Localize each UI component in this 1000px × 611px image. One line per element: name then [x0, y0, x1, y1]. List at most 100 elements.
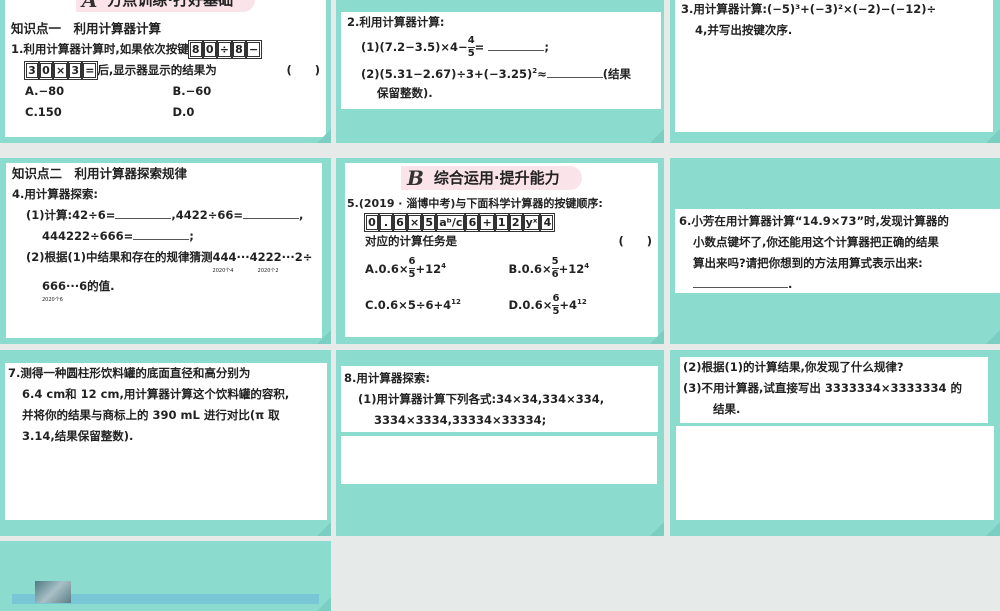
denominator: 5: [467, 48, 475, 59]
option-d: D.0: [172, 104, 195, 119]
banner-letter: A: [82, 0, 98, 11]
q5-task: 对应的计算任务是 ( ): [351, 232, 652, 251]
section-banner: B 综合运用·提升能力: [401, 166, 582, 190]
exponent: 4: [584, 261, 590, 270]
answer-paren: ( ): [618, 233, 652, 248]
answer-blank[interactable]: [488, 39, 545, 51]
calculator-key: ÷: [215, 39, 234, 59]
slide-thumbnail-3[interactable]: 3.用计算器计算:(−5)³+(−3)²×(−2)−(−12)÷ 4,并写出按键…: [670, 0, 1000, 143]
answer-blank[interactable]: [693, 276, 788, 288]
slide-thumbnail-8[interactable]: 8.用计算器探索: (1)用计算器计算下列各式:34×34,334×334, 3…: [336, 350, 664, 536]
slide-thumbnail-4[interactable]: 知识点二 利用计算器探索规律 4.用计算器探索: (1)计算:42÷6= ,442…: [0, 158, 331, 344]
option-c: C.0.6×5÷6+412: [365, 287, 509, 320]
q6-line1: 6.小芳在用计算器计算“14.9×73”时,发现计算器的: [679, 214, 949, 228]
slide-content: B 综合运用·提升能力 5.(2019 · 淄博中考)与下面科学计算器的按键顺序:…: [345, 163, 658, 337]
expr-b: ,4422÷66=: [171, 208, 244, 222]
knowledge-point-title: 知识点一 利用计算器计算: [11, 20, 162, 36]
divide: ÷: [302, 250, 313, 264]
q8-line2: (1)用计算器计算下列各式:34×34,334×334,: [358, 392, 605, 406]
answer-blank[interactable]: [546, 66, 603, 78]
q3-line2: 4,并写出按键次序.: [695, 23, 793, 37]
slide-content: (2)根据(1)的计算结果,你发现了什么规律? (3)不用计算器,试直接写出 3…: [680, 357, 988, 423]
comma: ,: [299, 208, 304, 222]
slide-thumbnail-6[interactable]: 6.小芳在用计算器计算“14.9×73”时,发现计算器的 小数点键坏了,你还能用…: [670, 158, 1000, 344]
slide-content: 6.小芳在用计算器计算“14.9×73”时,发现计算器的 小数点键坏了,你还能用…: [675, 209, 1000, 293]
numerator: 5: [551, 256, 559, 270]
q3-line1: 3.用计算器计算:(−5)³+(−3)²×(−2)−(−12)÷: [681, 2, 937, 16]
question-1: 1.利用计算器计算时,如果依次按键 8 0 ÷ 8−: [11, 39, 320, 60]
calculator-key: 4: [539, 212, 556, 232]
q4-part1: (1)计算:42÷6= ,4422÷66=,: [12, 205, 316, 226]
q4-title: 4.用计算器探索:: [12, 187, 98, 201]
slide-thumbnail-10[interactable]: [0, 541, 331, 611]
calculator-key: 0: [38, 60, 54, 80]
calculator-key: yˣ: [521, 212, 542, 232]
calculator-key: +: [478, 212, 496, 232]
numerator: 4: [467, 35, 475, 48]
calculator-key: 1: [493, 212, 510, 232]
expr-d: 444222÷666=: [42, 229, 134, 243]
calculator-key: 6: [392, 212, 408, 232]
option-text: A.0.6×: [365, 261, 409, 276]
p2-expr: (2)(5.31−2.67)÷3+(−3.25): [361, 66, 533, 81]
calculator-key: 0: [364, 212, 380, 232]
calculator-key: 2: [507, 212, 524, 232]
option-b: B.−60: [172, 83, 212, 98]
banner-letter: B: [407, 165, 424, 190]
answer-paren: ( ): [286, 62, 320, 77]
brace-group: 666···6 2020个6: [42, 276, 87, 303]
question-1-cont: 3 0 × 3 = 后,显示器显示的结果为( ): [11, 60, 320, 81]
answer-blank[interactable]: [133, 228, 190, 240]
brace-label: 2020个2: [257, 268, 279, 274]
banner-text: 方点训练·打好基础: [107, 0, 233, 11]
q9-line3: 结果.: [713, 402, 741, 416]
note: (结果: [602, 66, 631, 81]
brace-group: 444···4 2020个4: [213, 247, 258, 274]
q7-line2: 6.4 cm和 12 cm,用计算器计算这个饮料罐的容积,: [22, 387, 290, 401]
answer-blank[interactable]: [115, 207, 172, 219]
equals: =: [474, 40, 485, 54]
option-a: A.−80: [25, 83, 65, 98]
option-text: +4: [559, 298, 578, 313]
options-row: C.0.6×5÷6+412 D.0.6× 6 5 +412: [351, 287, 652, 320]
q8-line3: 3334×3334,33334×33334;: [374, 413, 547, 427]
slide-thumbnail-2[interactable]: 2.利用计算器计算: (1)(7.2−3.5)×4− 4 5 = ; (2)(5.31…: [336, 0, 664, 143]
task-text: 对应的计算任务是: [365, 233, 457, 248]
denominator: 6: [551, 269, 559, 281]
q6-line3: 算出来吗?请把你想到的方法用算式表示出来:: [693, 256, 923, 270]
calculator-key: 3: [24, 60, 40, 80]
fraction: 56: [551, 256, 559, 281]
calculator-key: =: [81, 60, 99, 80]
q2-title: 2.利用计算器计算:: [347, 15, 445, 29]
calculator-key: 8: [187, 39, 204, 59]
option-text: B.0.6×: [508, 261, 552, 276]
q6-answer: .: [679, 274, 998, 295]
options-row: C.150 D.0: [11, 102, 320, 123]
option-text: D.0.6×: [508, 298, 553, 313]
slide-thumbnail-9[interactable]: (2)根据(1)的计算结果,你发现了什么规律? (3)不用计算器,试直接写出 3…: [670, 350, 1000, 536]
slide-thumbnail-7[interactable]: 7.测得一种圆柱形饮料罐的底面直径和高分别为 6.4 cm和 12 cm,用计算…: [0, 350, 331, 536]
q9-line1: (2)根据(1)的计算结果,你发现了什么规律?: [683, 360, 904, 374]
calculator-key: ×: [51, 60, 70, 80]
option-a: A.0.6× 6 5 +124: [365, 251, 509, 284]
slide-content: 知识点二 利用计算器探索规律 4.用计算器探索: (1)计算:42÷6= ,442…: [6, 163, 322, 338]
semicolon: ;: [189, 229, 194, 243]
option-text: C.0.6×5÷6+4: [365, 298, 452, 313]
brace-label: 2020个6: [42, 297, 63, 303]
q4-part2: (2)根据(1)中结果和存在的规律猜测444···4 2020个4 222···2 2…: [12, 247, 316, 274]
slide-thumbnail-1[interactable]: A 方点训练·打好基础 知识点一 利用计算器计算 1.利用计算器计算时,如果依次按…: [0, 0, 331, 143]
slide-content: 8.用计算器探索: (1)用计算器计算下列各式:34×34,334×334, 3…: [341, 366, 658, 432]
calculator-key: 6: [464, 212, 481, 232]
exponent: 12: [577, 298, 587, 307]
q7-line3: 并将你的结果与商标上的 390 mL 进行对比(π 取: [22, 408, 280, 422]
answer-blank[interactable]: [243, 207, 300, 219]
option-text: +12: [558, 261, 585, 276]
options-row: A.−80 B.−60: [11, 81, 320, 102]
q4-part1-cont: 444222÷666=;: [12, 226, 316, 247]
p1-expr: (1)(7.2−3.5)×4−: [361, 40, 468, 54]
note-cont: 保留整数).: [377, 85, 433, 100]
fraction: 45: [467, 35, 475, 60]
slide-thumbnail-5[interactable]: B 综合运用·提升能力 5.(2019 · 淄博中考)与下面科学计算器的按键顺序:…: [336, 158, 664, 344]
brace-group: 222···2 2020个2: [258, 247, 303, 274]
calculator-key-sequence: 0. 6 × 5 aᵇ/c 6 +1 2 yˣ 4: [351, 212, 652, 232]
